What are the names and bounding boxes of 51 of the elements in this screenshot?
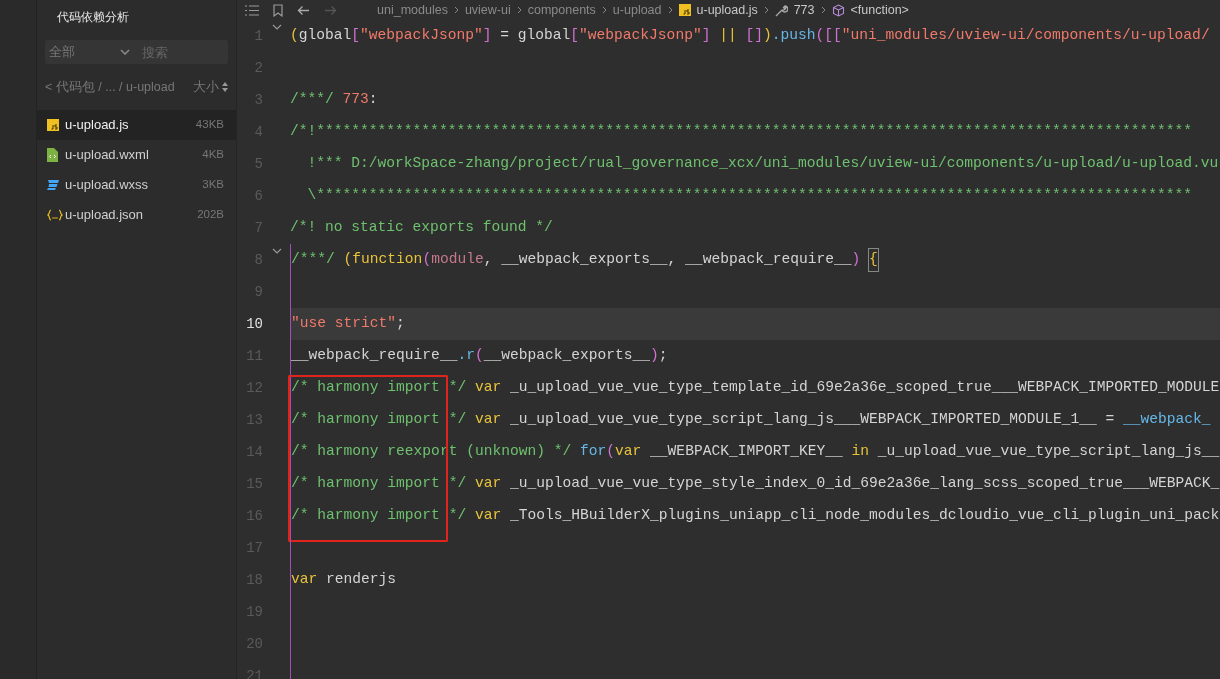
file-size: 43KB	[195, 117, 224, 133]
code-line: /* harmony import */ var _u_upload_vue_vue_type_style_index_0_id_69e2a36e_lang_scss_scoped_true___WEBPACK_	[290, 468, 1220, 500]
file-size: 202B	[197, 207, 224, 223]
chevron-right-icon	[820, 6, 826, 14]
code-line: !*** D:/workSpace-zhang/project/rual_governance_xcx/uni_modules/uview-ui/components/u-upload/u-upload.vu	[306, 154, 1220, 174]
code-line: /***/ (function(module, __webpack_exports__, __webpack_require__) {	[290, 244, 1220, 276]
chevron-down-icon	[120, 49, 130, 55]
file-size: 4KB	[202, 147, 224, 163]
file-size: 3KB	[202, 177, 224, 193]
cube-icon	[831, 3, 845, 17]
chevron-right-icon	[453, 6, 459, 14]
file-name: u-upload.json	[65, 206, 145, 225]
file-row[interactable]: u-upload.js 43KB	[37, 110, 236, 140]
list-icon[interactable]	[245, 4, 259, 16]
code-line: (global["webpackJsonp"] = global["webpackJsonp"] || []).push([["uni_modules/uview-ui/components/u-upload/	[290, 26, 1211, 46]
breadcrumb-item[interactable]: uview-ui	[464, 0, 511, 20]
file-name: u-upload.js	[65, 116, 130, 135]
code-line: var renderjs	[290, 564, 1220, 596]
breadcrumb-item[interactable]: uni_modules	[377, 0, 448, 20]
breadcrumb-item[interactable]: 773	[793, 0, 815, 20]
line-number: 10	[245, 314, 263, 334]
bookmark-icon[interactable]	[273, 3, 283, 17]
breadcrumb-item[interactable]: components	[527, 0, 596, 20]
fold-chevron-icon[interactable]	[271, 248, 282, 254]
code-line: /*!****************************************************************************************************	[290, 122, 1194, 142]
file-name: u-upload.wxml	[65, 146, 150, 165]
js-file-icon	[47, 119, 59, 131]
chevron-right-icon	[516, 6, 522, 14]
code-file-icon	[47, 148, 58, 162]
breadcrumb-item[interactable]: <function>	[850, 0, 909, 20]
panel-title: 代码依赖分析	[56, 9, 130, 26]
code-line: /*! no static exports found */	[290, 218, 554, 238]
breadcrumb-item[interactable]: u-upload.js	[696, 0, 758, 20]
code-line: \****************************************************************************************************	[306, 186, 1194, 206]
css-file-icon	[47, 179, 60, 191]
chevron-right-icon	[601, 6, 607, 14]
code-line: /* harmony import */ var _Tools_HBuilderX_plugins_uniapp_cli_node_modules_dcloudio_vue_cli_plugin_uni_pack	[290, 500, 1220, 532]
code-line: /***/ 773:	[290, 90, 379, 110]
chevron-right-icon	[667, 6, 673, 14]
fold-chevron-icon[interactable]	[271, 24, 282, 30]
code-line: __webpack_require__.r(__webpack_exports__);	[290, 340, 1220, 372]
js-file-icon	[678, 4, 691, 16]
wrench-icon	[774, 3, 788, 17]
json-file-icon	[47, 209, 63, 221]
file-name: u-upload.wxss	[65, 176, 150, 195]
breadcrumb-item[interactable]: u-upload	[612, 0, 662, 20]
code-line: /* harmony import */ var _u_upload_vue_vue_type_script_lang_js___WEBPACK_IMPORTED_MODULE_1__ = __webpack_	[290, 404, 1220, 436]
chevron-right-icon	[763, 6, 769, 14]
sort-icon	[222, 82, 228, 92]
code-line: /* harmony import */ var _u_upload_vue_vue_type_template_id_69e2a36e_scoped_true___WEBPACK_IMPORTED_MODULE	[290, 372, 1220, 404]
back-arrow-icon[interactable]	[297, 4, 310, 16]
